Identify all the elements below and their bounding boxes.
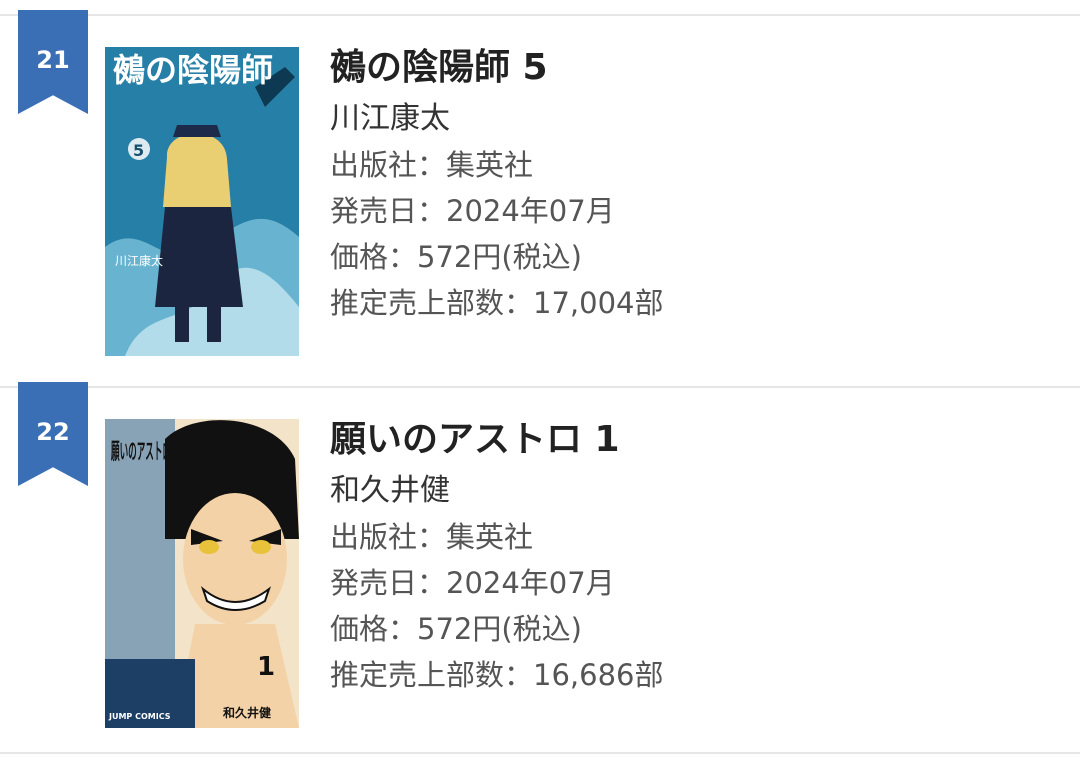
book-estimated-sales: 推定売上部数：17,004部	[330, 286, 664, 320]
book-author[interactable]: 川江康太	[330, 96, 663, 142]
book-cover-image[interactable]: 鵺の陰陽師 5 川江康太	[105, 47, 299, 356]
cover-volume: 1	[257, 652, 275, 682]
cover-author-text: 和久井健	[222, 705, 272, 720]
ranking-entry-21[interactable]: 21 鵺の陰陽師 5 川江康太 鵺の陰陽師 5 川江康太 出版社：集英社 発売日…	[0, 10, 1080, 382]
ranking-list: 21 鵺の陰陽師 5 川江康太 鵺の陰陽師 5 川江康太 出版社：集英社 発売日…	[0, 0, 1080, 757]
book-publisher: 出版社：集英社	[330, 520, 534, 554]
book-release-date: 発売日：2024年07月	[330, 566, 615, 600]
rank-badge: 22	[18, 382, 88, 486]
book-price: 価格：572円(税込)	[330, 240, 582, 274]
cover-title-text: 願いのアストロ	[111, 440, 171, 465]
book-estimated-sales: 推定売上部数：16,686部	[330, 658, 664, 692]
book-info: 願いのアストロ 1 和久井健 出版社：集英社 発売日：2024年07月 価格：5…	[330, 418, 663, 698]
ranking-entry-22[interactable]: 22 願いのアストロ 1 和久井健 JUMP COMICS 願いのアストロ 1 …	[0, 382, 1080, 752]
cover-author-text: 川江康太	[115, 253, 163, 268]
cover-imprint: JUMP COMICS	[108, 712, 171, 721]
book-release-date: 発売日：2024年07月	[330, 194, 615, 228]
rank-badge: 21	[18, 10, 88, 114]
cover-volume: 5	[133, 141, 144, 160]
book-price: 価格：572円(税込)	[330, 612, 582, 646]
book-cover-image[interactable]: 願いのアストロ 1 和久井健 JUMP COMICS	[105, 419, 299, 728]
book-publisher: 出版社：集英社	[330, 148, 534, 182]
bottom-divider	[0, 752, 1080, 754]
cover-title-text: 鵺の陰陽師	[113, 51, 273, 89]
book-title[interactable]: 願いのアストロ 1	[330, 418, 663, 462]
rank-number: 22	[36, 418, 70, 446]
rank-number: 21	[36, 46, 70, 74]
book-info: 鵺の陰陽師 5 川江康太 出版社：集英社 発売日：2024年07月 価格：572…	[330, 46, 663, 326]
book-title[interactable]: 鵺の陰陽師 5	[330, 46, 663, 90]
book-author[interactable]: 和久井健	[330, 468, 663, 514]
